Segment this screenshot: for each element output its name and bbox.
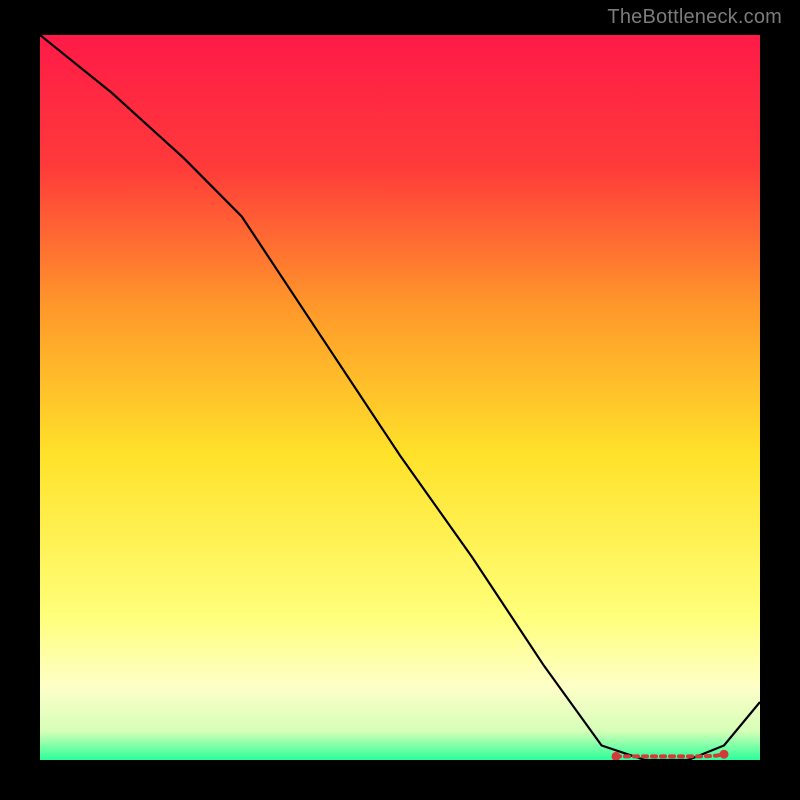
chart-svg	[40, 35, 760, 760]
optimal-band-endpoint	[720, 750, 729, 759]
gradient-background	[40, 35, 760, 760]
chart-container: TheBottleneck.com	[0, 0, 800, 800]
watermark-text: TheBottleneck.com	[607, 6, 782, 29]
plot-area	[40, 35, 760, 760]
